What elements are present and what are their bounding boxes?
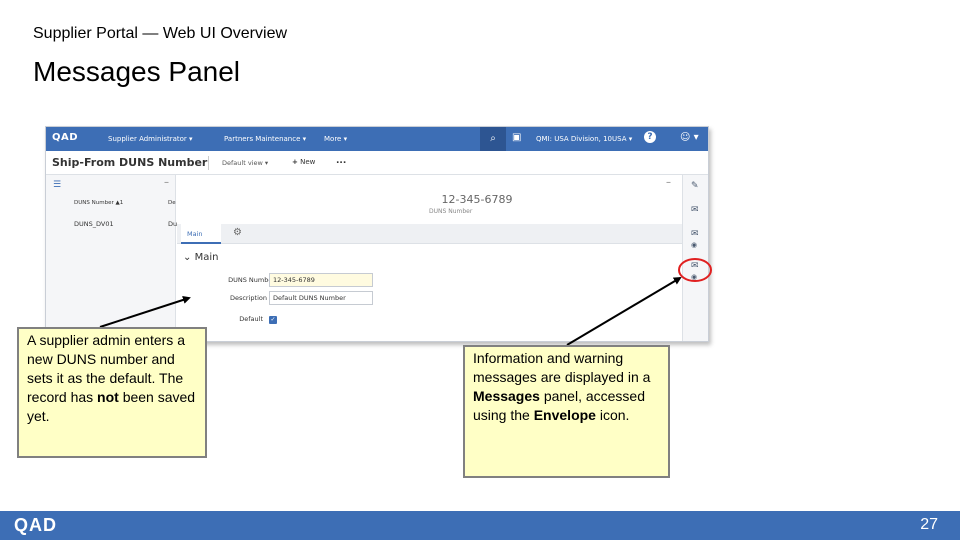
gear-icon[interactable]: ⚙	[233, 227, 242, 238]
list-cell-duns[interactable]: DUNS_DV01	[74, 220, 114, 228]
more-actions-button[interactable]: ...	[336, 156, 346, 166]
search-icon[interactable]: ⌕	[480, 127, 506, 151]
attachment-icon[interactable]: ✉	[691, 229, 699, 239]
detail-tabs: Main ⚙	[177, 224, 682, 244]
messages-count-icon[interactable]: ◉	[691, 273, 697, 281]
view-selector[interactable]: Default view ▾	[222, 159, 268, 167]
slide-title: Messages Panel	[33, 56, 241, 87]
list-view-icon[interactable]: ☰	[53, 180, 61, 190]
detail-pane: – 12-345-6789 DUNS Number Main ⚙ ⌄ Main …	[177, 175, 682, 341]
detail-collapse-icon[interactable]: –	[666, 177, 671, 188]
callout-left: A supplier admin enters a new DUNS numbe…	[17, 327, 207, 458]
duns-number-input[interactable]: 12-345-6789	[269, 273, 373, 287]
action-rail: ✎ ✉ ✉ ◉ ✉ ◉	[682, 175, 708, 341]
list-pane: ☰ – DUNS Number ▲1 De DUNS_DV01 Du	[46, 175, 177, 341]
entity-icon: ▣	[512, 132, 522, 143]
app-topbar: QAD Supplier Administrator ▾ Partners Ma…	[46, 127, 708, 151]
entity-selector[interactable]: QMI: USA Division, 10USA ▾	[536, 135, 632, 143]
description-input[interactable]: Default DUNS Number	[269, 291, 373, 305]
record-id: 12-345-6789	[441, 193, 513, 206]
view-icon[interactable]: ◉	[691, 241, 697, 249]
menu-more[interactable]: More ▾	[324, 135, 347, 143]
toolbar-divider	[208, 156, 209, 170]
callout-right: Information and warning messages are dis…	[463, 345, 670, 478]
envelope-icon[interactable]: ✉	[691, 261, 699, 271]
help-icon[interactable]: ?	[644, 131, 656, 143]
column-header-description[interactable]: De	[168, 200, 176, 206]
menu-partners-maintenance[interactable]: Partners Maintenance ▾	[224, 135, 306, 143]
description-label: Description	[229, 294, 267, 302]
slide-subtitle: Supplier Portal — Web UI Overview	[33, 25, 288, 42]
menu-supplier-administrator[interactable]: Supplier Administrator ▾	[108, 135, 193, 143]
user-icon[interactable]: ☺ ▾	[680, 132, 699, 143]
default-label: Default	[239, 315, 263, 323]
record-label: DUNS Number	[429, 208, 473, 215]
app-logo: QAD	[52, 132, 79, 143]
list-collapse-icon[interactable]: –	[164, 177, 169, 188]
column-header-duns[interactable]: DUNS Number ▲1	[74, 200, 123, 206]
list-cell-description[interactable]: Du	[168, 220, 177, 228]
tab-main[interactable]: Main	[181, 224, 221, 244]
default-checkbox[interactable]: ✓	[269, 316, 277, 324]
comments-icon[interactable]: ✉	[691, 205, 699, 215]
app-screenshot: QAD Supplier Administrator ▾ Partners Ma…	[45, 126, 709, 342]
new-button[interactable]: + New	[292, 158, 315, 166]
page-toolbar: Ship-From DUNS Number Default view ▾ + N…	[46, 151, 708, 175]
edit-icon[interactable]: ✎	[691, 181, 699, 191]
page-name: Ship-From DUNS Number	[52, 156, 208, 169]
page-number: 27	[920, 516, 938, 533]
slide-footer: QAD 27	[0, 511, 960, 540]
duns-number-label: DUNS Number	[228, 276, 275, 284]
footer-logo: QAD	[14, 515, 57, 535]
section-main[interactable]: ⌄ Main	[183, 252, 218, 263]
